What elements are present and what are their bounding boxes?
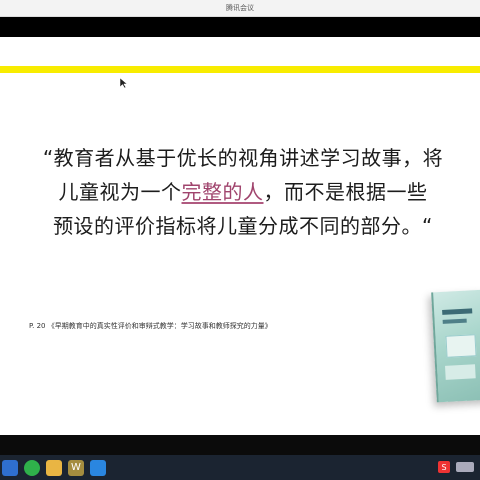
window-titlebar: 腾讯会议 bbox=[0, 0, 480, 17]
taskbar: W S bbox=[0, 455, 480, 480]
quote-highlight: 完整的人 bbox=[181, 180, 264, 204]
quote-line-2-end: ，而不是根据一些 bbox=[263, 180, 428, 204]
slide-accent-bar bbox=[0, 66, 480, 73]
mouse-cursor-icon bbox=[120, 78, 128, 88]
book-cover-image bbox=[431, 289, 480, 403]
folder-icon[interactable] bbox=[46, 459, 62, 476]
quote-line-2: 儿童视为一个完整的人，而不是根据一些 bbox=[12, 175, 474, 209]
shared-slide: “教育者从基于优长的视角讲述学习故事，将 儿童视为一个完整的人，而不是根据一些 … bbox=[0, 37, 480, 435]
quote-line-3: 预设的评价指标将儿童分成不同的部分。“ bbox=[53, 214, 433, 238]
window-title: 腾讯会议 bbox=[226, 4, 254, 12]
top-black-band bbox=[0, 17, 480, 37]
tray-glyph: S bbox=[441, 462, 447, 472]
slide-citation: P. 20 《早期教育中的真实性评价和审辩式教学：学习故事和教师探究的力量》 bbox=[29, 322, 272, 330]
quote-line-1: “教育者从基于优长的视角讲述学习故事，将 bbox=[42, 146, 444, 170]
search-icon[interactable] bbox=[2, 459, 18, 476]
system-tray[interactable] bbox=[456, 462, 474, 472]
wechat-icon[interactable] bbox=[24, 459, 40, 476]
word-icon[interactable]: W bbox=[68, 459, 84, 476]
tencent-meeting-icon[interactable] bbox=[90, 459, 106, 476]
tray-app-icon[interactable]: S bbox=[438, 461, 450, 473]
word-glyph: W bbox=[71, 462, 81, 473]
quote-line-2-start: 儿童视为一个 bbox=[58, 180, 182, 204]
slide-quote: “教育者从基于优长的视角讲述学习故事，将 儿童视为一个完整的人，而不是根据一些 … bbox=[12, 141, 474, 243]
